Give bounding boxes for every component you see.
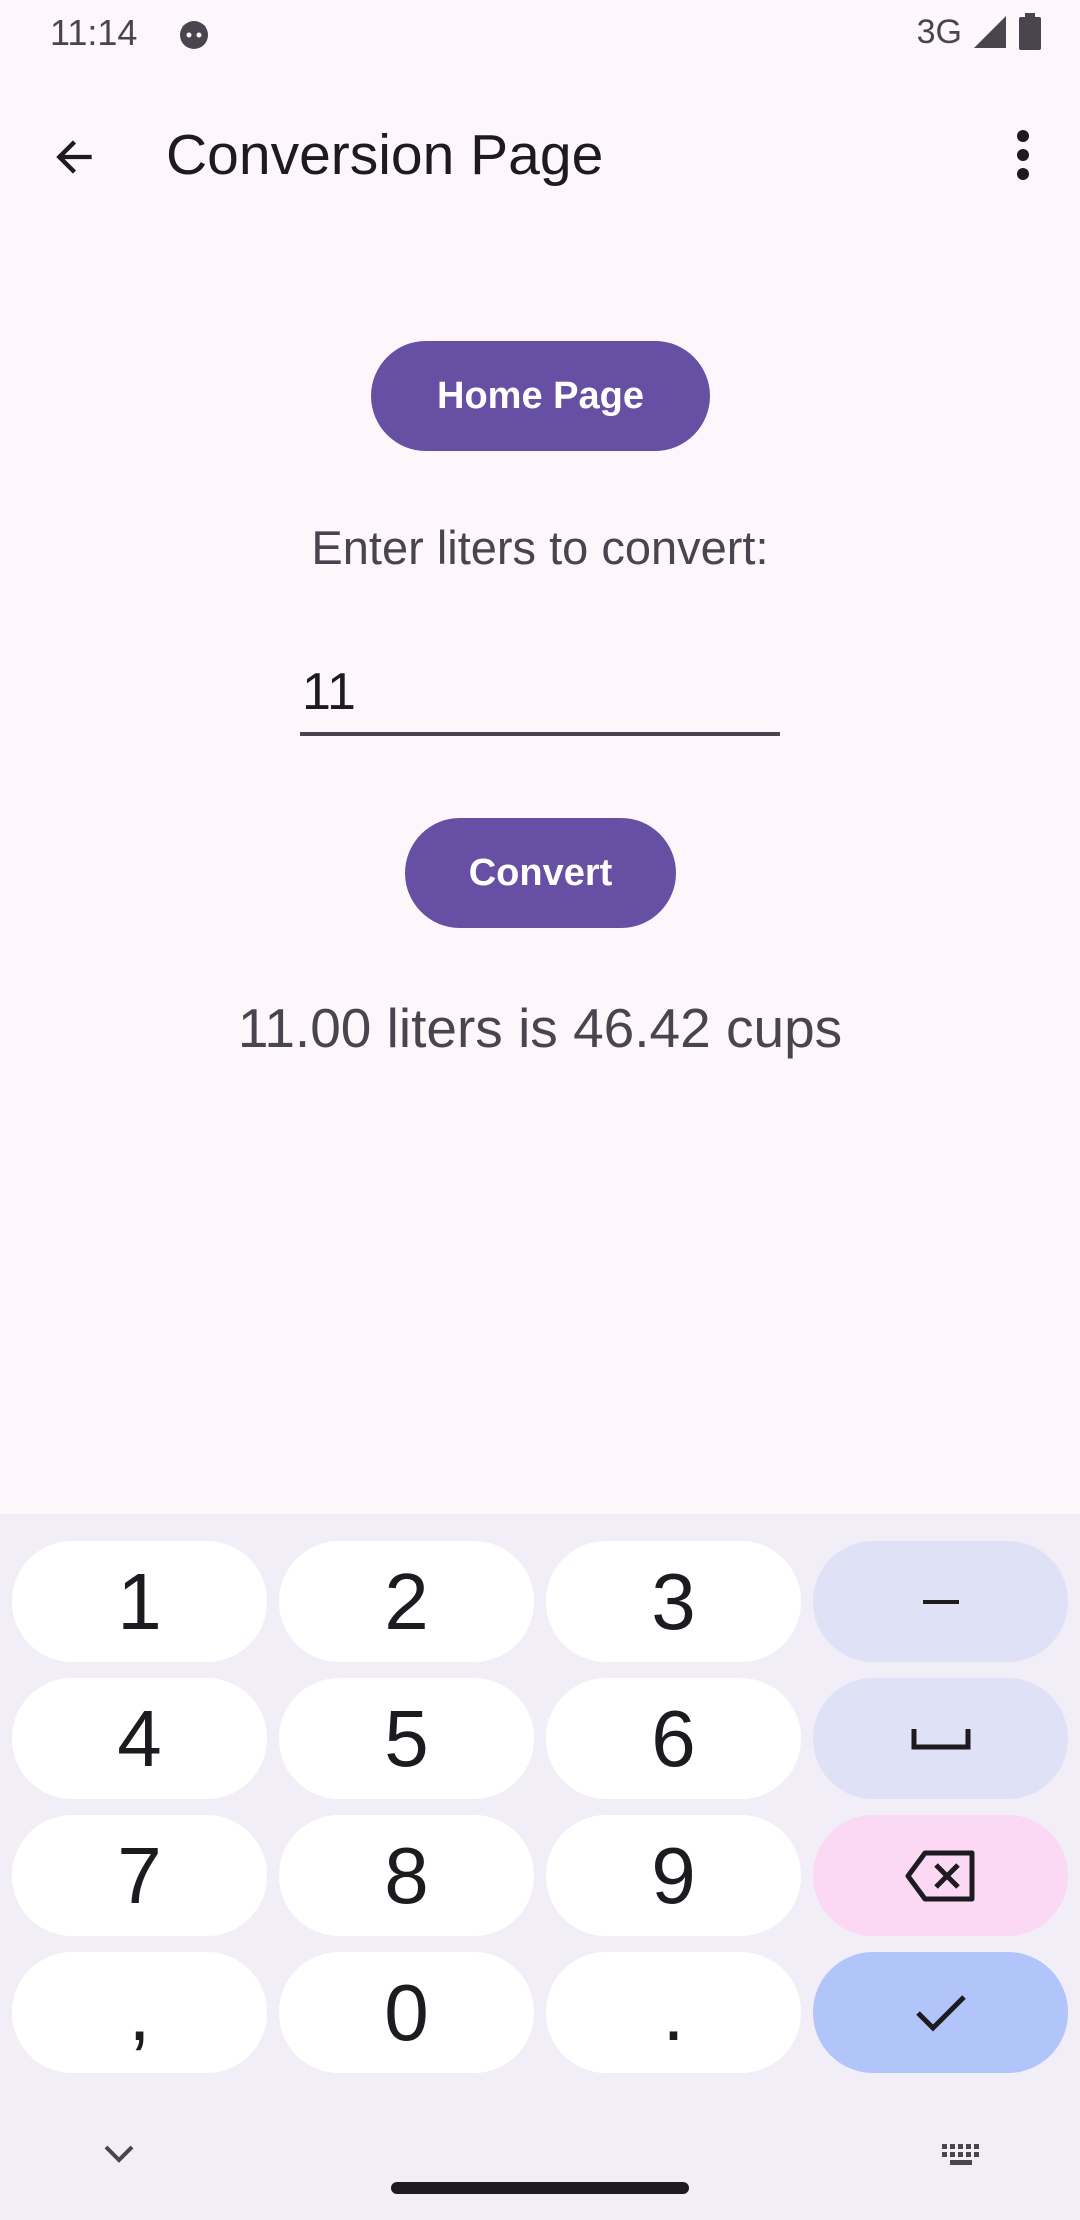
network-type: 3G: [916, 12, 962, 51]
keyboard-switch-icon[interactable]: [938, 2138, 988, 2178]
key-8[interactable]: 8: [279, 1815, 534, 1936]
top-app-bar: Conversion Page: [0, 80, 1080, 230]
hide-keyboard-chevron-icon[interactable]: [94, 2135, 144, 2175]
key-done[interactable]: [813, 1952, 1068, 2073]
status-indicators: 3G: [917, 12, 1042, 52]
page-title: Conversion Page: [166, 123, 604, 187]
key-4[interactable]: 4: [12, 1678, 267, 1799]
home-indicator[interactable]: [391, 2182, 689, 2194]
key-0[interactable]: 0: [279, 1952, 534, 2073]
back-button[interactable]: [40, 122, 110, 192]
key-6[interactable]: 6: [546, 1678, 801, 1799]
key-1[interactable]: 1: [12, 1541, 267, 1662]
key-backspace[interactable]: [813, 1815, 1068, 1936]
backspace-icon: [905, 1850, 974, 1901]
notification-face-icon: [180, 21, 208, 49]
home-page-button[interactable]: Home Page: [371, 341, 710, 451]
key-2[interactable]: 2: [279, 1541, 534, 1662]
key-comma[interactable]: ,: [12, 1952, 267, 2073]
minus-icon: [922, 1599, 959, 1604]
key-7[interactable]: 7: [12, 1815, 267, 1936]
status-time: 11:14: [50, 12, 138, 53]
arrow-back-icon: [56, 140, 92, 174]
liters-input-value: 11: [302, 663, 356, 721]
check-icon: [915, 1994, 966, 2032]
key-space[interactable]: [813, 1678, 1068, 1799]
overflow-menu-button[interactable]: [988, 120, 1058, 190]
signal-icon: [974, 16, 1006, 48]
key-3[interactable]: 3: [546, 1541, 801, 1662]
status-bar: 11:14 3G: [0, 0, 1080, 66]
key-5[interactable]: 5: [279, 1678, 534, 1799]
more-vert-icon: [1017, 130, 1029, 180]
space-icon: [911, 1728, 970, 1749]
convert-button[interactable]: Convert: [405, 818, 676, 928]
conversion-result: 11.00 liters is 46.42 cups: [237, 997, 843, 1059]
key-period[interactable]: .: [546, 1952, 801, 2073]
key-9[interactable]: 9: [546, 1815, 801, 1936]
liters-input[interactable]: 11: [300, 650, 780, 736]
battery-icon: [1019, 13, 1041, 50]
convert-prompt: Enter liters to convert:: [311, 521, 769, 574]
key-minus[interactable]: [813, 1541, 1068, 1662]
